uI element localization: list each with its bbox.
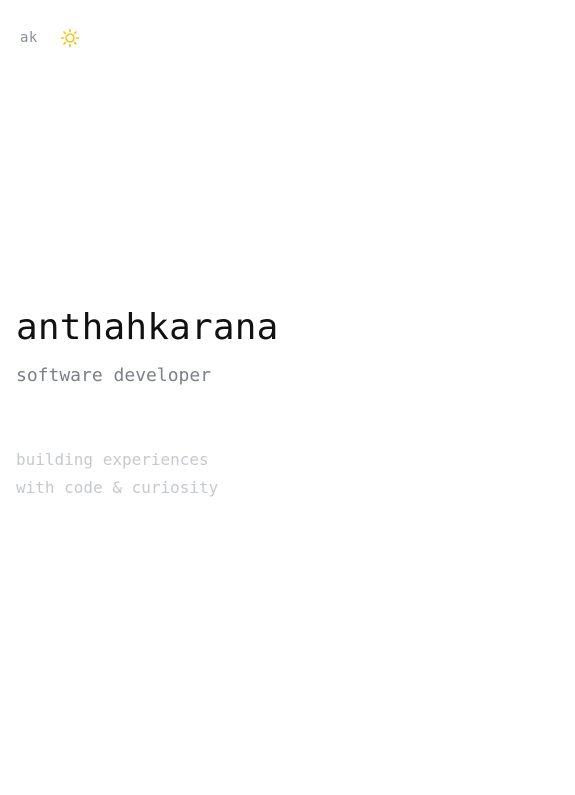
subtitle-role: software developer — [16, 365, 212, 386]
sun-icon — [60, 28, 80, 48]
page-title: anthahkarana — [16, 307, 279, 348]
theme-toggle-button[interactable] — [59, 27, 81, 49]
home-logo-link[interactable]: ak — [20, 27, 38, 49]
tagline: building experiences with code & curiosi… — [16, 446, 218, 502]
tagline-line-1: building experiences — [16, 450, 209, 469]
hero-section: anthahkarana software developer — [16, 306, 279, 387]
top-bar: ak — [20, 27, 81, 49]
tagline-line-2: with code & curiosity — [16, 478, 219, 497]
